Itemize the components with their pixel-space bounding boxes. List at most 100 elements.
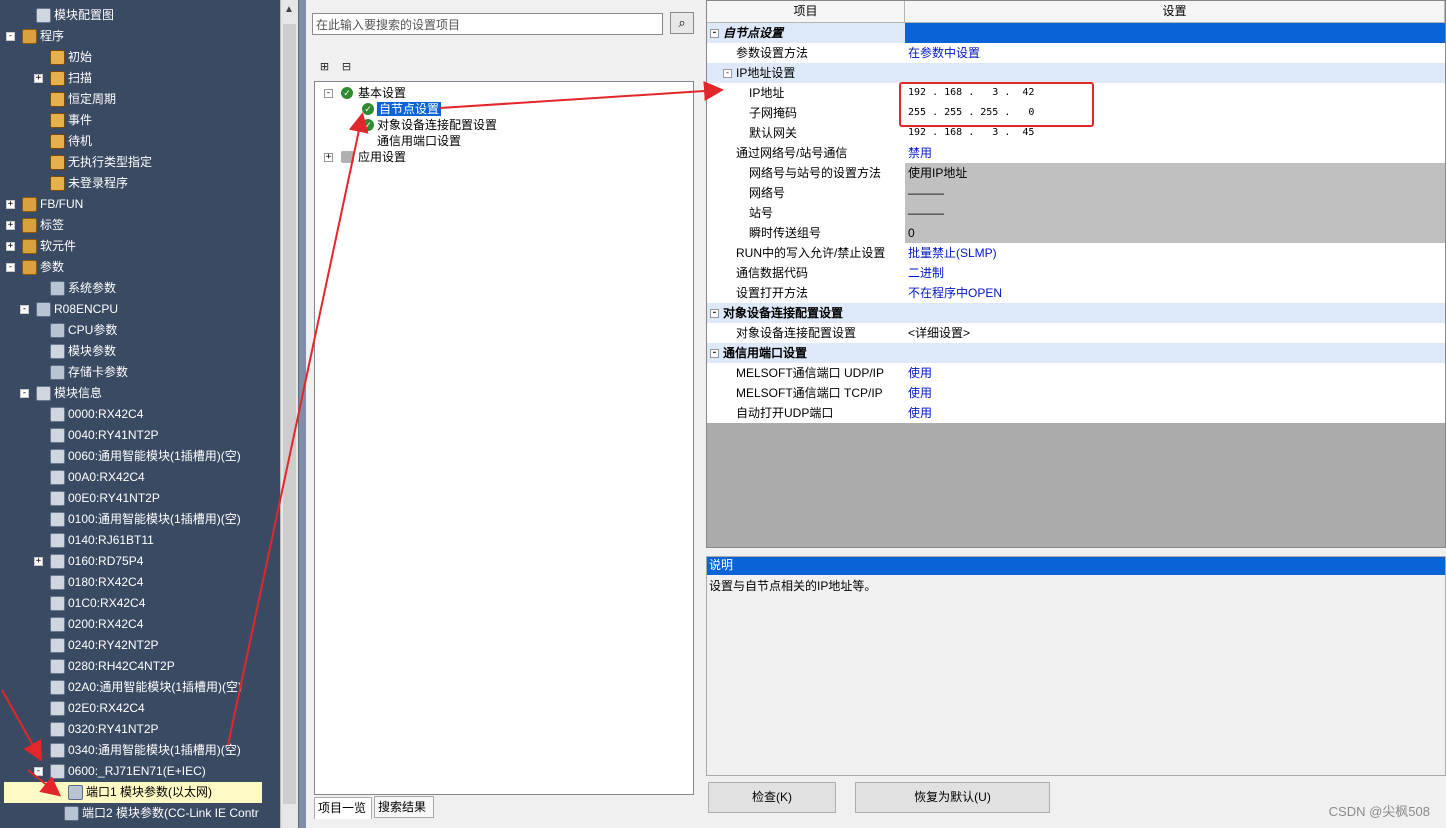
- grid-row-label[interactable]: 默认网关: [707, 123, 905, 143]
- grid-row-label[interactable]: - 自节点设置: [707, 23, 905, 43]
- grid-row-value[interactable]: 禁用: [905, 143, 1445, 163]
- grid-row-label[interactable]: 设置打开方法: [707, 283, 905, 303]
- grid-row-label[interactable]: 网络号: [707, 183, 905, 203]
- grid-row-label[interactable]: 瞬时传送组号: [707, 223, 905, 243]
- sidebar-item[interactable]: + FB/FUN: [0, 194, 280, 215]
- grid-row-label[interactable]: 对象设备连接配置设置: [707, 323, 905, 343]
- grid-row-label[interactable]: 站号: [707, 203, 905, 223]
- sidebar-item[interactable]: - 模块信息: [0, 383, 280, 404]
- sidebar-item[interactable]: 系统参数: [0, 278, 280, 299]
- grid-row-value[interactable]: 二进制: [905, 263, 1445, 283]
- grid-row-label[interactable]: 子网掩码: [707, 103, 905, 123]
- collapse-icon[interactable]: -: [6, 32, 15, 41]
- grid-row-value[interactable]: 使用: [905, 383, 1445, 403]
- sidebar-item[interactable]: - 0600:_RJ71EN71(E+IEC): [0, 761, 280, 782]
- grid-row-label[interactable]: MELSOFT通信端口 TCP/IP: [707, 383, 905, 403]
- sidebar-item[interactable]: - 参数: [0, 257, 280, 278]
- sidebar-item[interactable]: - R08ENCPU: [0, 299, 280, 320]
- collapse-icon[interactable]: -: [710, 29, 719, 38]
- expand-icon[interactable]: +: [34, 74, 43, 83]
- tree-item-application[interactable]: 应用设置: [358, 149, 406, 165]
- grid-row-label[interactable]: 自动打开UDP端口: [707, 403, 905, 423]
- grid-row-label[interactable]: IP地址: [707, 83, 905, 103]
- collapse-icon[interactable]: -: [723, 69, 732, 78]
- sidebar-item[interactable]: 02A0:通用智能模块(1插槽用)(空): [0, 677, 280, 698]
- sidebar-item[interactable]: 0180:RX42C4: [0, 572, 280, 593]
- tree-item-target-connection[interactable]: 对象设备连接配置设置: [377, 117, 497, 133]
- grid-row-value[interactable]: 使用IP地址: [905, 163, 1445, 183]
- expand-icon[interactable]: +: [34, 557, 43, 566]
- grid-row-label[interactable]: MELSOFT通信端口 UDP/IP: [707, 363, 905, 383]
- sidebar-item[interactable]: 02E0:RX42C4: [0, 698, 280, 719]
- grid-row-label[interactable]: 通过网络号/站号通信: [707, 143, 905, 163]
- restore-default-button[interactable]: 恢复为默认(U): [855, 782, 1050, 813]
- sidebar-item[interactable]: 事件: [0, 110, 280, 131]
- sidebar-item[interactable]: 初始: [0, 47, 280, 68]
- sidebar-item[interactable]: + 软元件: [0, 236, 280, 257]
- sidebar-item[interactable]: 存储卡参数: [0, 362, 280, 383]
- grid-row-value[interactable]: 使用: [905, 363, 1445, 383]
- grid-row-value[interactable]: 在参数中设置: [905, 43, 1445, 63]
- sidebar-item[interactable]: 0280:RH42C4NT2P: [0, 656, 280, 677]
- collapse-icon[interactable]: -: [6, 263, 15, 272]
- grid-row-label[interactable]: - 通信用端口设置: [707, 343, 905, 363]
- grid-row-value[interactable]: 批量禁止(SLMP): [905, 243, 1445, 263]
- search-input[interactable]: 在此输入要搜索的设置项目: [312, 13, 663, 35]
- sidebar-item[interactable]: + 标签: [0, 215, 280, 236]
- grid-row-label[interactable]: 通信数据代码: [707, 263, 905, 283]
- sidebar-item[interactable]: - 程序: [0, 26, 280, 47]
- sidebar-item[interactable]: 01C0:RX42C4: [0, 593, 280, 614]
- grid-row-label[interactable]: RUN中的写入允许/禁止设置: [707, 243, 905, 263]
- collapse-icon[interactable]: -: [710, 309, 719, 318]
- grid-row-label[interactable]: 参数设置方法: [707, 43, 905, 63]
- scrollbar-thumb[interactable]: [283, 24, 296, 804]
- collapse-icon[interactable]: -: [324, 89, 333, 98]
- tab-search-results[interactable]: 搜索结果: [374, 796, 434, 818]
- sidebar-item[interactable]: + 扫描: [0, 68, 280, 89]
- sidebar-item[interactable]: 0140:RJ61BT11: [0, 530, 280, 551]
- grid-row-label[interactable]: - 对象设备连接配置设置: [707, 303, 905, 323]
- grid-row-value[interactable]: ———: [905, 183, 1445, 203]
- nav-scrollbar[interactable]: ▲: [280, 0, 298, 828]
- tab-item-list[interactable]: 项目一览: [314, 797, 372, 819]
- collapse-icon[interactable]: -: [710, 349, 719, 358]
- pane-splitter[interactable]: [298, 0, 306, 828]
- tree-item-general-port[interactable]: 通信用端口设置: [377, 133, 461, 149]
- tree-item-own-node[interactable]: 自节点设置: [377, 101, 442, 117]
- collapse-icon[interactable]: -: [34, 767, 43, 776]
- sidebar-item[interactable]: 00E0:RY41NT2P: [0, 488, 280, 509]
- check-button[interactable]: 检查(K): [708, 782, 836, 813]
- sidebar-item[interactable]: CPU参数: [0, 320, 280, 341]
- expand-icon[interactable]: +: [6, 200, 15, 209]
- sidebar-item[interactable]: +0160:RD75P4: [0, 551, 280, 572]
- sidebar-item[interactable]: 0000:RX42C4: [0, 404, 280, 425]
- sidebar-item[interactable]: 0200:RX42C4: [0, 614, 280, 635]
- collapse-all-icon[interactable]: ⊟: [338, 59, 355, 76]
- expand-all-icon[interactable]: ⊞: [316, 59, 333, 76]
- sidebar-item[interactable]: 端口1 模块参数(以太网): [4, 782, 262, 803]
- scroll-up-icon[interactable]: ▲: [284, 4, 294, 15]
- grid-row-value[interactable]: <详细设置>: [905, 323, 1445, 343]
- grid-row-label[interactable]: 网络号与站号的设置方法: [707, 163, 905, 183]
- tree-item-basic[interactable]: 基本设置: [358, 85, 406, 101]
- collapse-icon[interactable]: -: [20, 305, 29, 314]
- collapse-icon[interactable]: -: [20, 389, 29, 398]
- binoculars-icon[interactable]: ⌕: [670, 12, 694, 34]
- sidebar-item[interactable]: 0340:通用智能模块(1插槽用)(空): [0, 740, 280, 761]
- expand-icon[interactable]: +: [6, 242, 15, 251]
- expand-icon[interactable]: +: [6, 221, 15, 230]
- sidebar-item[interactable]: 端口2 模块参数(CC-Link IE Contr: [0, 803, 280, 824]
- sidebar-item[interactable]: 无执行类型指定: [0, 152, 280, 173]
- sidebar-item[interactable]: 00A0:RX42C4: [0, 467, 280, 488]
- sidebar-item[interactable]: 模块配置图: [0, 5, 280, 26]
- sidebar-item[interactable]: 未登录程序: [0, 173, 280, 194]
- grid-row-value[interactable]: ———: [905, 203, 1445, 223]
- sidebar-item[interactable]: 0240:RY42NT2P: [0, 635, 280, 656]
- grid-row-label[interactable]: - IP地址设置: [707, 63, 905, 83]
- grid-row-value[interactable]: 使用: [905, 403, 1445, 423]
- expand-icon[interactable]: +: [324, 153, 333, 162]
- sidebar-item[interactable]: 0060:通用智能模块(1插槽用)(空): [0, 446, 280, 467]
- sidebar-item[interactable]: 0040:RY41NT2P: [0, 425, 280, 446]
- grid-row-value[interactable]: 0: [905, 223, 1445, 243]
- grid-row-value[interactable]: 不在程序中OPEN: [905, 283, 1445, 303]
